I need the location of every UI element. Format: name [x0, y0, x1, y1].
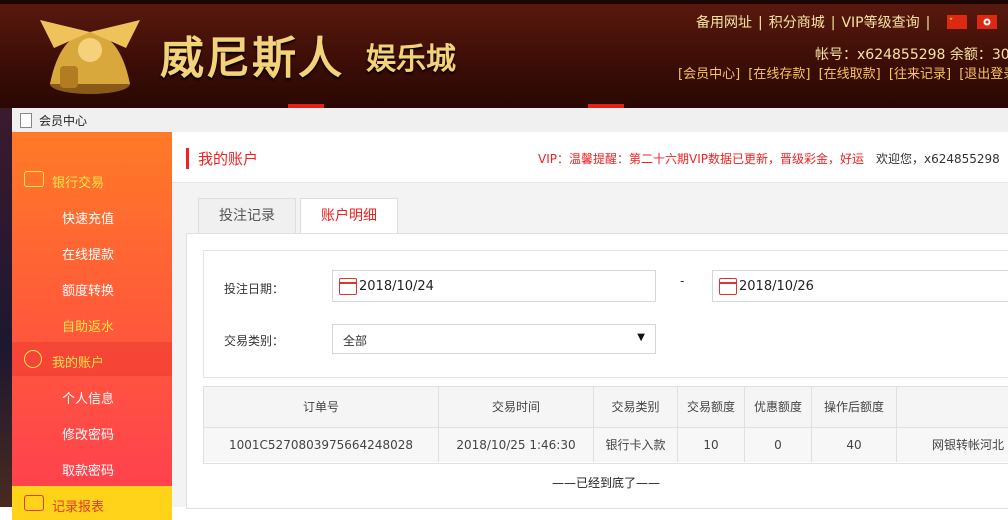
date-label: 投注日期：	[224, 280, 284, 297]
winged-lion-logo	[30, 14, 150, 98]
points-mall-link[interactable]: 积分商城	[769, 15, 825, 31]
member-center-link[interactable]: [会员中心]	[678, 67, 740, 82]
select-value: 全部	[343, 332, 367, 349]
cell-order: 1001C5270803975664248028	[204, 428, 439, 462]
sidebar-item-quick-deposit[interactable]: 快速充值	[62, 208, 114, 227]
date-from-value: 2018/10/24	[359, 279, 434, 294]
sidebar-item-self-rebate[interactable]: 自助返水	[62, 316, 114, 335]
document-icon	[20, 113, 32, 128]
wallet-icon	[24, 171, 44, 187]
online-deposit-link[interactable]: [在线存款]	[748, 67, 810, 82]
col-header-order: 订单号	[204, 387, 439, 427]
sidebar-section-reports[interactable]: 记录报表	[12, 486, 172, 520]
cell-note: 网银转帐河北	[897, 428, 1008, 462]
type-label: 交易类别：	[224, 332, 284, 349]
welcome-text: 欢迎您，x624855298（	[876, 150, 1008, 167]
account-balance: 帐号：x624855298 余额：30.0	[815, 44, 1008, 64]
sidebar: 银行交易 快速充值 在线提款 额度转换 自助返水 我的账户 个人信息 修改密码 …	[12, 132, 172, 507]
main-content: 我的账户 VIP：温馨提醒：第二十六期VIP数据已更新，晋级彩金，好运 欢迎您，…	[172, 132, 1008, 507]
content-panel: 投注日期： 2018/10/24 - 2018/10/26 交易类别： 全部 ▼…	[186, 233, 1008, 509]
filter-form: 投注日期： 2018/10/24 - 2018/10/26 交易类别： 全部 ▼	[203, 250, 1008, 378]
chevron-down-icon: ▼	[637, 332, 645, 343]
cell-time: 2018/10/25 1:46:30	[439, 428, 594, 462]
brand-title: 威尼斯人	[160, 22, 344, 86]
col-header-note	[897, 387, 1008, 427]
sidebar-item-change-password[interactable]: 修改密码	[62, 424, 114, 443]
cell-after-amount: 40	[812, 428, 897, 462]
col-header-after-amount: 操作后额度	[812, 387, 897, 427]
calendar-icon[interactable]	[719, 278, 737, 295]
cell-amount: 10	[678, 428, 745, 462]
table-row[interactable]: 1001C5270803975664248028 2018/10/25 1:46…	[204, 428, 1008, 462]
quick-links: [会员中心] [在线存款] [在线取款] [往来记录] [退出登录	[678, 63, 1008, 82]
cell-type: 银行卡入款	[594, 428, 678, 462]
sidebar-item-credit-transfer[interactable]: 额度转换	[62, 280, 114, 299]
user-icon	[24, 350, 42, 368]
page-title: 我的账户	[186, 148, 258, 169]
section-label: 记录报表	[52, 496, 104, 515]
section-label: 银行交易	[52, 172, 104, 191]
col-header-type: 交易类别	[594, 387, 678, 427]
sidebar-item-online-withdraw[interactable]: 在线提款	[62, 244, 114, 263]
transaction-table: 订单号 交易时间 交易类别 交易额度 优惠额度 操作后额度 1001C52708…	[203, 386, 1008, 464]
section-label: 我的账户	[52, 352, 104, 371]
col-header-amount: 交易额度	[678, 387, 745, 427]
tab-account-details[interactable]: 账户明细	[300, 198, 398, 235]
date-to-value: 2018/10/26	[739, 279, 814, 294]
sidebar-item-withdraw-password[interactable]: 取款密码	[62, 460, 114, 479]
vip-query-link[interactable]: VIP等级查询	[841, 15, 919, 31]
main-topbar: 我的账户 VIP：温馨提醒：第二十六期VIP数据已更新，晋级彩金，好运 欢迎您，…	[172, 132, 1008, 183]
date-range-dash: -	[680, 274, 684, 288]
china-flag-icon[interactable]	[947, 15, 967, 29]
vip-notice-marquee: VIP：温馨提醒：第二十六期VIP数据已更新，晋级彩金，好运	[538, 150, 864, 167]
end-of-list-text: ——已经到底了——	[203, 474, 1008, 491]
backup-url-link[interactable]: 备用网址	[696, 15, 752, 31]
report-icon	[24, 495, 44, 511]
transaction-history-link[interactable]: [往来记录]	[889, 67, 951, 82]
left-decor-strip	[0, 108, 12, 507]
brand-subtitle: 娱乐城	[366, 34, 456, 78]
sidebar-section-bank[interactable]: 银行交易	[12, 162, 172, 196]
cell-bonus: 0	[745, 428, 812, 462]
col-header-bonus: 优惠额度	[745, 387, 812, 427]
sidebar-section-account[interactable]: 我的账户	[12, 342, 172, 376]
online-withdraw-link[interactable]: [在线取款]	[819, 67, 881, 82]
calendar-icon[interactable]	[339, 278, 357, 295]
hongkong-flag-icon[interactable]	[977, 15, 997, 29]
logout-link[interactable]: [退出登录	[959, 67, 1008, 82]
tab-bet-records[interactable]: 投注记录	[198, 198, 296, 234]
site-header: 威尼斯人 娱乐城 备用网址|积分商城|VIP等级查询| 帐号：x62485529…	[0, 0, 1008, 108]
col-header-time: 交易时间	[439, 387, 594, 427]
window-titlebar: 会员中心	[12, 108, 1008, 133]
table-header-row: 订单号 交易时间 交易类别 交易额度 优惠额度 操作后额度	[204, 387, 1008, 428]
top-links: 备用网址|积分商城|VIP等级查询|	[696, 12, 1008, 32]
sidebar-item-personal-info[interactable]: 个人信息	[62, 388, 114, 407]
window-title: 会员中心	[39, 112, 87, 129]
transaction-type-select[interactable]: 全部 ▼	[332, 324, 656, 354]
date-to-field[interactable]: 2018/10/26	[712, 270, 1008, 302]
date-from-field[interactable]: 2018/10/24	[332, 270, 656, 302]
